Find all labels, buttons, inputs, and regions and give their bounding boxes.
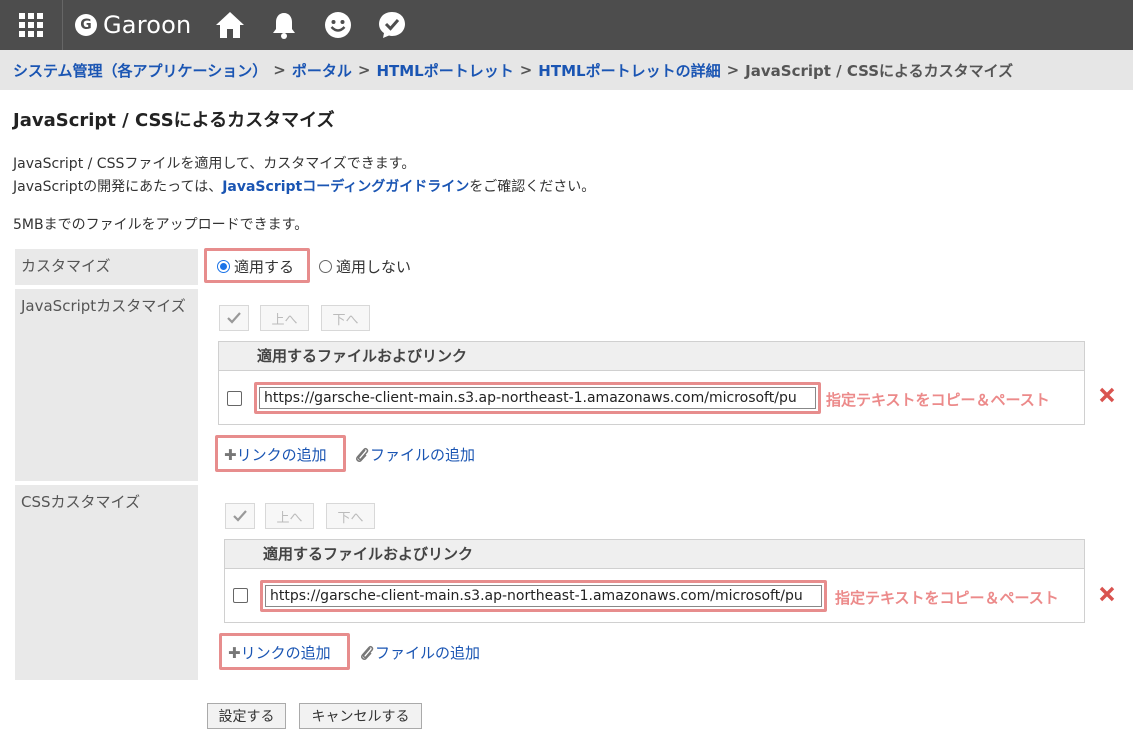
check-bubble-icon — [379, 12, 406, 38]
submit-button[interactable]: 設定する — [207, 703, 286, 729]
notification-button[interactable] — [257, 0, 311, 50]
breadcrumb-current: JavaScript / CSSによるカスタマイズ — [745, 61, 1014, 80]
breadcrumb-link-html-portlet[interactable]: HTMLポートレット — [376, 60, 513, 81]
breadcrumb-separator: > — [726, 61, 740, 79]
radio-not-apply-label: 適用しない — [336, 258, 412, 276]
description-suffix: をご確認ください。 — [469, 179, 596, 195]
home-icon — [216, 12, 245, 38]
breadcrumb-link-system[interactable]: システム管理（各アプリケーション） — [13, 60, 267, 81]
js-table-header: 適用するファイルおよびリンク — [219, 342, 1084, 371]
css-url-input[interactable]: https://garsche-client-main.s3.ap-northe… — [265, 585, 822, 607]
close-icon — [1099, 586, 1115, 602]
js-move-down-button[interactable]: 下へ — [321, 305, 370, 331]
css-add-link-label: リンクの追加 — [240, 644, 331, 662]
js-add-link-button[interactable]: ✚リンクの追加 — [224, 444, 327, 465]
radio-apply[interactable]: 適用する — [217, 256, 294, 277]
css-add-file-button[interactable]: ファイルの追加 — [359, 642, 480, 663]
plus-icon: ✚ — [224, 446, 237, 464]
description-line-1: JavaScript / CSSファイルを適用して、カスタマイズできます。 — [13, 156, 416, 172]
coding-guideline-link[interactable]: JavaScriptコーディングガイドライン — [222, 179, 469, 195]
close-icon — [1099, 387, 1115, 403]
check-icon — [227, 312, 241, 324]
check-icon — [233, 510, 247, 522]
css-select-all-checkbox[interactable] — [225, 503, 255, 529]
js-add-file-label: ファイルの追加 — [370, 446, 476, 464]
css-row-checkbox[interactable] — [233, 588, 248, 603]
home-button[interactable] — [203, 0, 257, 50]
apps-grid-icon — [19, 13, 43, 37]
css-add-link-button[interactable]: ✚リンクの追加 — [228, 642, 331, 663]
radio-not-apply[interactable]: 適用しない — [319, 256, 411, 277]
description-line-2: JavaScriptの開発にあたっては、JavaScriptコーディングガイドラ… — [13, 176, 595, 196]
breadcrumb-separator: > — [519, 61, 533, 79]
top-header: G Garoon — [0, 0, 1133, 50]
js-customize-label: JavaScriptカスタマイズ — [15, 289, 198, 481]
logo-mark: G — [75, 14, 97, 36]
reaction-button[interactable] — [311, 0, 365, 50]
description-prefix: JavaScriptの開発にあたっては、 — [13, 179, 223, 195]
radio-apply-label: 適用する — [234, 258, 295, 276]
css-table-header: 適用するファイルおよびリンク — [225, 540, 1084, 569]
css-add-file-label: ファイルの追加 — [375, 644, 481, 662]
js-delete-button[interactable] — [1099, 387, 1115, 408]
js-url-input[interactable]: https://garsche-client-main.s3.ap-northe… — [259, 387, 816, 409]
css-delete-button[interactable] — [1099, 586, 1115, 607]
radio-apply-button[interactable] — [217, 260, 230, 273]
js-copy-paste-note: 指定テキストをコピー＆ペースト — [826, 391, 1050, 409]
breadcrumb-separator: > — [273, 61, 286, 79]
smiley-icon — [325, 12, 352, 38]
css-move-up-button[interactable]: 上へ — [265, 503, 314, 529]
paperclip-icon — [356, 447, 369, 462]
js-add-file-button[interactable]: ファイルの追加 — [354, 444, 475, 465]
garoon-logo[interactable]: G Garoon — [75, 0, 191, 50]
breadcrumb-separator: > — [357, 61, 371, 79]
js-row-checkbox[interactable] — [227, 391, 242, 406]
css-move-down-button[interactable]: 下へ — [326, 503, 375, 529]
radio-not-apply-button[interactable] — [319, 260, 332, 273]
paperclip-icon — [361, 645, 374, 660]
css-copy-paste-note: 指定テキストをコピー＆ペースト — [835, 589, 1059, 607]
bell-icon — [273, 13, 296, 39]
plus-icon: ✚ — [228, 644, 241, 662]
customize-label: カスタマイズ — [15, 249, 198, 285]
page-title: JavaScript / CSSによるカスタマイズ — [13, 110, 335, 131]
app-name: Garoon — [103, 11, 192, 39]
js-select-all-checkbox[interactable] — [219, 305, 249, 331]
css-customize-label: CSSカスタマイズ — [15, 485, 198, 680]
favorites-button[interactable] — [365, 0, 419, 50]
cancel-button[interactable]: キャンセルする — [299, 703, 422, 729]
breadcrumb-link-portal[interactable]: ポータル — [292, 60, 352, 81]
upload-size-note: 5MBまでのファイルをアップロードできます。 — [13, 217, 309, 233]
apps-grid-button[interactable] — [0, 0, 63, 50]
js-move-up-button[interactable]: 上へ — [260, 305, 309, 331]
breadcrumb: システム管理（各アプリケーション） > ポータル > HTMLポートレット > … — [0, 50, 1133, 90]
breadcrumb-link-portlet-detail[interactable]: HTMLポートレットの詳細 — [538, 60, 720, 81]
js-add-link-label: リンクの追加 — [236, 446, 327, 464]
